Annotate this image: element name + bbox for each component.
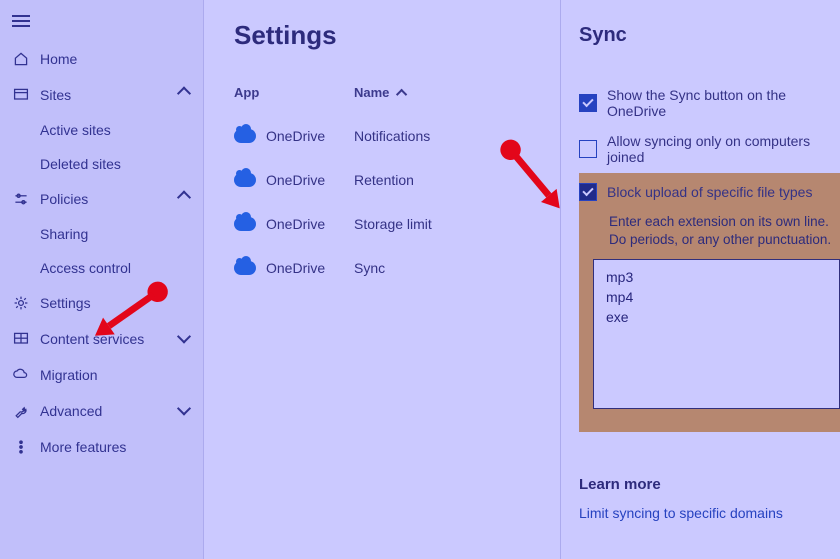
option-allow-domain-joined[interactable]: Allow syncing only on computers joined [579, 133, 840, 165]
sidebar-item-migration[interactable]: Migration [0, 358, 203, 392]
sidebar-item-access-control[interactable]: Access control [0, 252, 203, 284]
cell-app: OneDrive [266, 172, 325, 188]
chevron-up-icon [177, 86, 191, 100]
cloud-upload-icon [12, 366, 30, 384]
home-icon [12, 50, 30, 68]
option-label: Allow syncing only on computers joined [607, 133, 840, 165]
cell-app: OneDrive [266, 128, 325, 144]
sidebar-item-policies[interactable]: Policies [0, 182, 203, 216]
cell-name: Storage limit [354, 216, 554, 232]
sidebar-item-label: Sharing [40, 226, 88, 242]
column-header-app[interactable]: App [234, 85, 354, 100]
chevron-up-icon [177, 190, 191, 204]
sidebar-item-home[interactable]: Home [0, 42, 203, 76]
highlighted-section: Block upload of specific file types Ente… [579, 173, 840, 432]
hamburger-button[interactable] [0, 8, 203, 42]
grid-icon [12, 330, 30, 348]
checkbox-checked-icon[interactable] [579, 94, 597, 112]
admin-sidebar: Home Sites Active sites Deleted sites Po… [0, 0, 204, 559]
sidebar-item-label: Advanced [40, 403, 102, 419]
chevron-down-icon [177, 401, 191, 415]
cell-name: Notifications [354, 128, 554, 144]
cell-app: OneDrive [266, 260, 325, 276]
globe-icon [12, 86, 30, 104]
option-show-sync-button[interactable]: Show the Sync button on the OneDrive [579, 87, 840, 119]
panel-title: Sync [579, 24, 840, 47]
cell-name: Sync [354, 260, 554, 276]
onedrive-icon [234, 129, 256, 143]
option-block-file-types[interactable]: Block upload of specific file types [579, 173, 840, 207]
checkbox-checked-icon[interactable] [579, 183, 597, 201]
cell-app: OneDrive [266, 216, 325, 232]
sidebar-item-label: Home [40, 51, 77, 67]
cell-name: Retention [354, 172, 554, 188]
sidebar-item-label: Policies [40, 191, 88, 207]
option-label: Block upload of specific file types [607, 184, 812, 200]
sidebar-item-content-services[interactable]: Content services [0, 322, 203, 356]
blocked-extensions-textarea[interactable] [593, 259, 840, 409]
column-header-name[interactable]: Name [354, 85, 554, 100]
sidebar-item-label: Migration [40, 367, 98, 383]
onedrive-icon [234, 217, 256, 231]
sidebar-item-label: More features [40, 439, 126, 455]
main-content: Settings App Name OneDrive Notifications… [204, 0, 840, 559]
sidebar-item-advanced[interactable]: Advanced [0, 394, 203, 428]
sidebar-item-label: Active sites [40, 122, 111, 138]
onedrive-icon [234, 173, 256, 187]
sidebar-item-active-sites[interactable]: Active sites [0, 114, 203, 146]
sidebar-item-sites[interactable]: Sites [0, 78, 203, 112]
sidebar-item-label: Sites [40, 87, 71, 103]
column-header-label: Name [354, 85, 389, 100]
sliders-icon [12, 190, 30, 208]
chevron-down-icon [177, 329, 191, 343]
wrench-icon [12, 402, 30, 420]
gear-icon [12, 294, 30, 312]
sidebar-item-label: Deleted sites [40, 156, 121, 172]
learn-more-link[interactable]: Limit syncing to specific domains [579, 505, 840, 521]
checkbox-unchecked-icon[interactable] [579, 140, 597, 158]
hamburger-icon [12, 15, 30, 27]
sidebar-item-label: Settings [40, 295, 91, 311]
onedrive-icon [234, 261, 256, 275]
sync-settings-panel: Sync Show the Sync button on the OneDriv… [560, 0, 840, 559]
sort-ascending-icon [396, 89, 407, 100]
sidebar-item-settings[interactable]: Settings [0, 286, 203, 320]
option-hint: Enter each extension on its own line. Do… [579, 213, 840, 259]
learn-more-heading: Learn more [579, 476, 840, 493]
sidebar-item-deleted-sites[interactable]: Deleted sites [0, 148, 203, 180]
sidebar-item-sharing[interactable]: Sharing [0, 218, 203, 250]
sidebar-item-label: Content services [40, 331, 144, 347]
sidebar-item-label: Access control [40, 260, 131, 276]
sidebar-item-more-features[interactable]: More features [0, 430, 203, 464]
option-label: Show the Sync button on the OneDrive [607, 87, 840, 119]
more-vertical-icon [12, 438, 30, 456]
